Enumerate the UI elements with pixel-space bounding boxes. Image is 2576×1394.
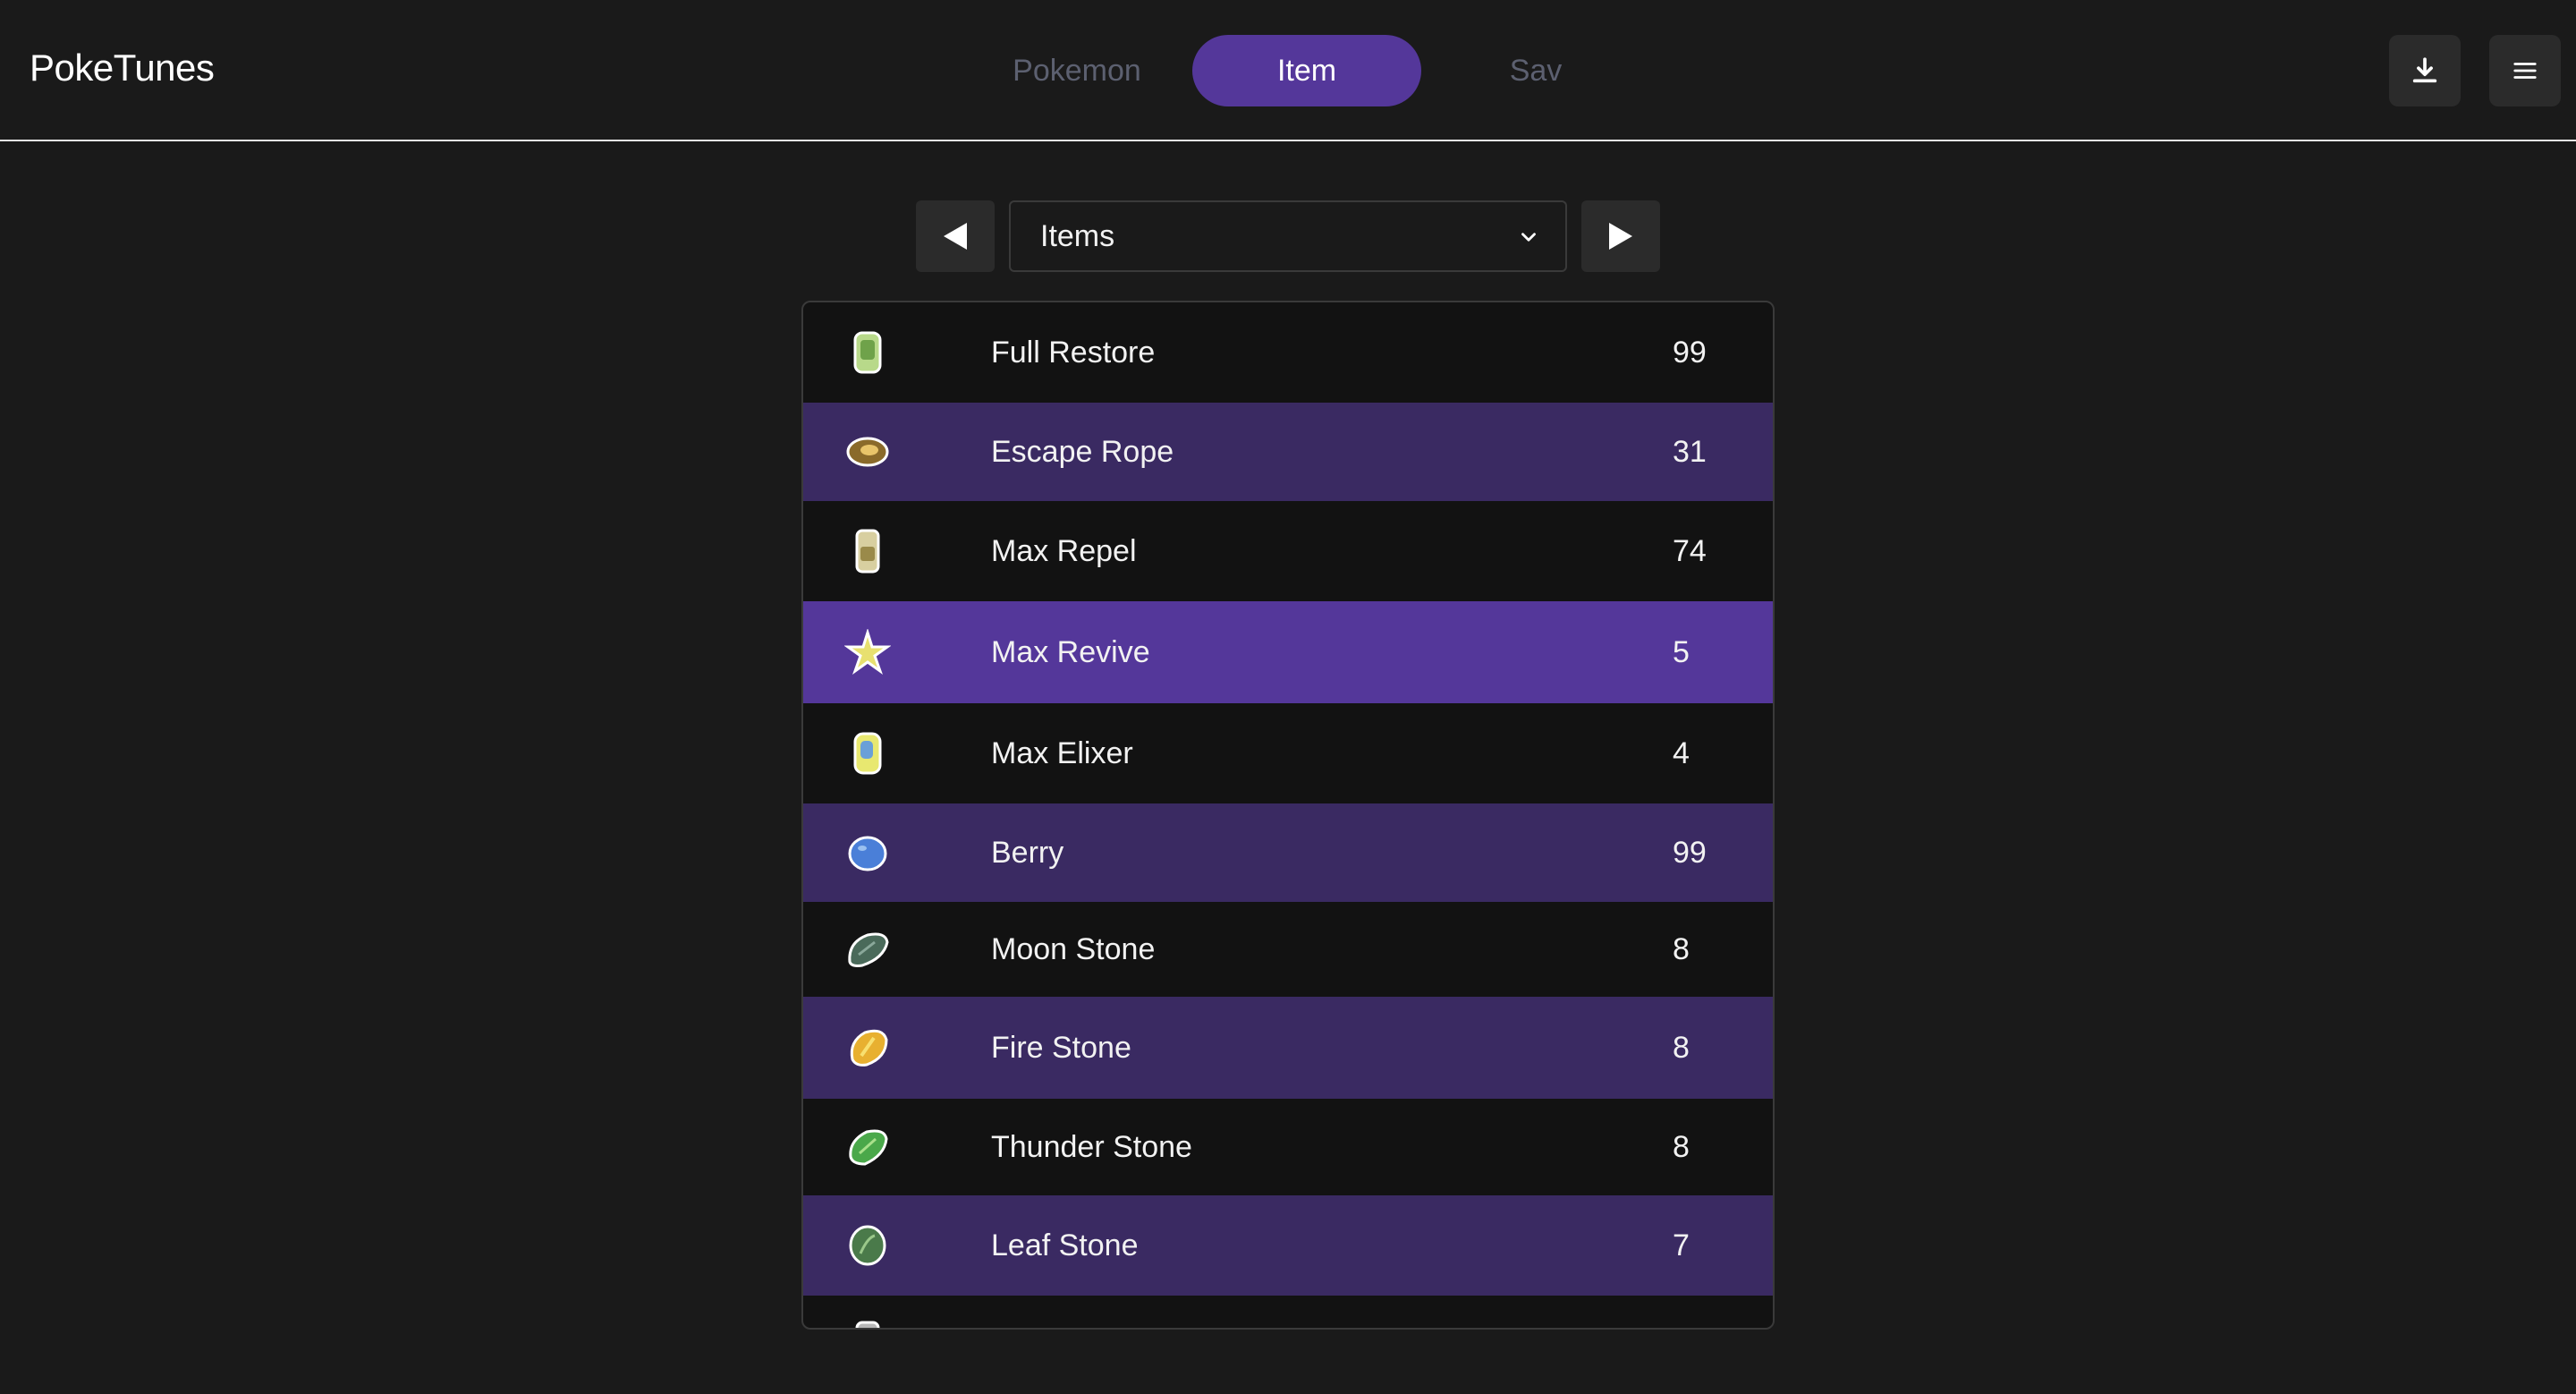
item-quantity: 31: [1673, 434, 1707, 469]
category-select-value: Items: [1040, 218, 1115, 253]
next-button[interactable]: [1581, 200, 1660, 272]
tab-sav[interactable]: Sav: [1421, 35, 1650, 106]
item-quantity: 8: [1673, 1030, 1690, 1065]
item-quantity: 99: [1673, 335, 1707, 370]
item-quantity: 8: [1673, 1129, 1690, 1164]
app-header: PokeTunes Pokemon Item Sav: [0, 0, 2576, 141]
hamburger-menu-icon: [2513, 63, 2537, 79]
list-item[interactable]: Max Revive 5: [803, 601, 1773, 703]
fire-stone-icon: [843, 1023, 893, 1073]
item-quantity: 4: [1673, 735, 1690, 770]
chevron-down-icon: [1521, 233, 1536, 242]
item-icon: [843, 1301, 893, 1328]
download-icon: [2412, 57, 2437, 83]
menu-button[interactable]: [2489, 35, 2561, 106]
item-name: Max Elixer: [991, 735, 1133, 770]
full-restore-icon: [843, 327, 893, 378]
item-quantity: 7: [1673, 1228, 1690, 1262]
triangle-left-icon: [944, 223, 967, 250]
item-name: Max Revive: [991, 634, 1150, 669]
list-item[interactable]: Full Restore 99: [803, 302, 1773, 403]
item-quantity: 5: [1673, 634, 1690, 669]
previous-button[interactable]: [916, 200, 995, 272]
moon-stone-icon: [843, 924, 893, 974]
escape-rope-icon: [843, 427, 893, 477]
list-item[interactable]: Max Elixer 4: [803, 703, 1773, 803]
item-name: Full Restore: [991, 335, 1156, 370]
item-name: Fire Stone: [991, 1030, 1131, 1065]
item-quantity: 99: [1673, 835, 1707, 870]
category-select[interactable]: Items: [1009, 200, 1567, 272]
item-name: Leaf Stone: [991, 1228, 1139, 1262]
triangle-right-icon: [1609, 223, 1632, 250]
berry-icon: [843, 828, 893, 878]
max-repel-icon: [843, 526, 893, 576]
item-list[interactable]: Full Restore 99 Escape Rope 31 Max Repel…: [801, 301, 1775, 1330]
item-name: Moon Stone: [991, 931, 1156, 966]
list-item[interactable]: Berry 99: [803, 803, 1773, 902]
list-item[interactable]: Leaf Stone 7: [803, 1195, 1773, 1296]
tab-pokemon[interactable]: Pokemon: [962, 35, 1191, 106]
item-name: Berry: [991, 835, 1064, 870]
app-title: PokeTunes: [30, 47, 215, 89]
item-name: Thunder Stone: [991, 1129, 1192, 1164]
tab-item[interactable]: Item: [1192, 35, 1421, 106]
list-item[interactable]: Fire Stone 8: [803, 997, 1773, 1099]
download-button[interactable]: [2389, 35, 2461, 106]
list-item-partial[interactable]: [803, 1296, 1773, 1328]
item-quantity: 8: [1673, 931, 1690, 966]
item-name: Max Repel: [991, 533, 1137, 568]
list-item[interactable]: Moon Stone 8: [803, 902, 1773, 997]
max-elixer-icon: [843, 728, 893, 778]
thunder-stone-icon: [843, 1122, 893, 1172]
list-item[interactable]: Escape Rope 31: [803, 403, 1773, 501]
max-revive-icon: [843, 627, 893, 677]
item-name: Escape Rope: [991, 434, 1174, 469]
list-item[interactable]: Max Repel 74: [803, 501, 1773, 601]
item-quantity: 74: [1673, 533, 1707, 568]
list-item[interactable]: Thunder Stone 8: [803, 1099, 1773, 1195]
leaf-stone-icon: [843, 1220, 893, 1271]
